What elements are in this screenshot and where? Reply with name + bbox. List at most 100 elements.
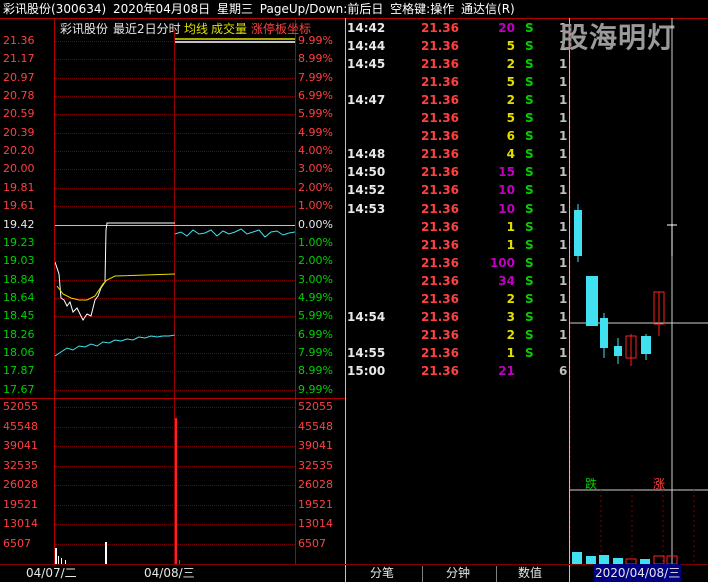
trade-volume: 5	[506, 111, 515, 126]
percent-tick: 7.99%	[298, 70, 333, 84]
trade-price: 21.36	[421, 201, 459, 216]
tab-values[interactable]: 数值	[518, 564, 542, 582]
trade-time: 15:00	[347, 363, 386, 378]
trade-count: 1	[559, 57, 568, 72]
trade-count: 1	[559, 147, 568, 162]
percent-tick: 9.99%	[298, 382, 333, 396]
x-label-day2: 04/08/三	[144, 566, 195, 580]
hint-page: PageUp/Down:前后日	[259, 2, 384, 16]
trade-side: S	[525, 165, 534, 180]
trade-row[interactable]: 21.36 2 S 1	[347, 326, 569, 344]
trade-row[interactable]: 21.36 1 S 1	[347, 236, 569, 254]
tab-minutes[interactable]: 分钟	[446, 564, 470, 582]
trade-time: 14:44	[347, 39, 386, 54]
trade-row[interactable]: 14:55 21.36 1 S 1	[347, 344, 569, 362]
volume-tick: 45548	[298, 419, 333, 433]
trade-time: 14:53	[347, 201, 386, 216]
trade-row[interactable]: 21.36 6 S 1	[347, 127, 569, 145]
percent-tick: 7.99%	[298, 345, 333, 359]
trade-row[interactable]: 14:53 21.36 10 S 1	[347, 200, 569, 218]
price-tick: 20.00	[3, 162, 35, 176]
trade-volume: 1	[506, 345, 515, 360]
trade-row[interactable]: 14:52 21.36 10 S 1	[347, 181, 569, 199]
trade-price: 21.36	[421, 219, 459, 234]
trade-row[interactable]: 21.36 2 S 1	[347, 290, 569, 308]
price-tick: 18.84	[3, 272, 35, 286]
trade-time: 14:55	[347, 345, 386, 360]
percent-tick: 9.99%	[298, 34, 333, 47]
trade-count: 1	[559, 327, 568, 342]
trade-row[interactable]: 21.36 5 S 1	[347, 109, 569, 127]
percent-tick: 5.99%	[298, 309, 333, 323]
percent-tick: 4.00%	[298, 144, 333, 158]
volume-tick: 13014	[3, 517, 38, 530]
trade-row[interactable]: 14:47 21.36 2 S 1	[347, 91, 569, 109]
trade-price: 21.36	[421, 57, 459, 72]
stock-name: 彩讯股份(300634)	[3, 2, 107, 16]
trade-time: 14:52	[347, 183, 386, 198]
trade-row[interactable]: 15:00 21.36 21 6	[347, 362, 569, 380]
price-tick: 20.78	[3, 89, 35, 103]
trade-time: 14:50	[347, 165, 386, 180]
trade-row[interactable]: 14:42 21.36 20 S 1	[347, 19, 569, 37]
volume-tick: 13014	[298, 517, 333, 530]
trade-side: S	[525, 129, 534, 144]
price-tick: 20.97	[3, 70, 35, 84]
pct-line-day2	[174, 228, 295, 238]
trade-side: S	[525, 309, 534, 324]
trade-count: 6	[559, 363, 568, 378]
trade-price: 21.36	[421, 309, 459, 324]
trade-volume: 10	[498, 201, 515, 216]
percent-tick: 2.00%	[298, 180, 333, 194]
trade-row[interactable]: 21.36 1 S 1	[347, 218, 569, 236]
trade-count: 1	[559, 111, 568, 126]
volume-tick: 19521	[3, 497, 38, 511]
volume-tick: 52055	[3, 400, 38, 413]
trade-time: 14:42	[347, 21, 386, 35]
trade-count: 1	[559, 75, 568, 90]
trade-price: 21.36	[421, 363, 459, 378]
right-axis-line	[295, 18, 296, 564]
trade-row[interactable]: 14:48 21.36 4 S 1	[347, 145, 569, 163]
trade-count: 1	[559, 273, 568, 288]
percent-tick: 8.99%	[298, 52, 333, 66]
fall-label: 跌	[585, 477, 598, 491]
trade-volume: 15	[498, 165, 515, 180]
trade-volume: 4	[506, 147, 515, 162]
trade-row[interactable]: 14:44 21.36 5 S 1	[347, 37, 569, 55]
percent-tick: 4.99%	[298, 290, 333, 304]
percent-tick: 6.99%	[298, 89, 333, 103]
trade-price: 21.36	[421, 345, 459, 360]
trade-row[interactable]: 14:54 21.36 3 S 1	[347, 308, 569, 326]
price-tick: 20.39	[3, 125, 35, 139]
volume-tick: 32535	[298, 458, 333, 472]
trade-row[interactable]: 14:50 21.36 15 S 1	[347, 163, 569, 181]
price-tick: 18.64	[3, 290, 35, 304]
percent-tick: 1.00%	[298, 199, 333, 213]
percent-tick: 2.00%	[298, 254, 333, 268]
trade-price: 21.36	[421, 129, 459, 144]
percent-tick: 5.99%	[298, 107, 333, 121]
tab-divider-2	[496, 566, 497, 582]
trade-row[interactable]: 21.36 34 S 1	[347, 272, 569, 290]
trade-price: 21.36	[421, 39, 459, 54]
price-tick: 17.87	[3, 364, 35, 378]
percent-tick: 0.00%	[298, 217, 333, 231]
trade-row[interactable]: 21.36 5 S 1	[347, 73, 569, 91]
tab-divider-1	[422, 566, 423, 582]
price-tick: 18.06	[3, 345, 35, 359]
pct-line-day1	[55, 334, 176, 357]
panel-divider	[345, 18, 346, 582]
trade-side: S	[525, 345, 534, 360]
trade-row[interactable]: 21.36 100 S 1	[347, 254, 569, 272]
trade-side: S	[525, 75, 534, 90]
tab-ticks[interactable]: 分笔	[370, 564, 394, 582]
trade-volume: 20	[498, 21, 515, 35]
price-tick: 21.17	[3, 52, 35, 66]
trade-count: 1	[559, 255, 568, 270]
volume-tick: 26028	[3, 478, 38, 491]
trade-volume: 2	[506, 327, 515, 342]
trade-row[interactable]: 14:45 21.36 2 S 1	[347, 55, 569, 73]
trade-count: 1	[559, 93, 568, 108]
trade-count: 1	[559, 345, 568, 360]
